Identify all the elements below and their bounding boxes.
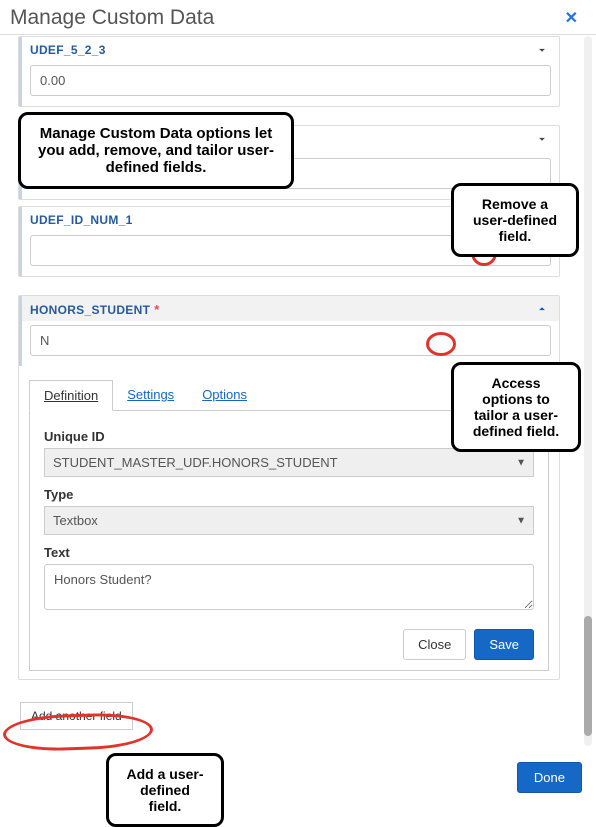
field-value-input[interactable] — [30, 65, 551, 96]
callout-add: Add a user-defined field. — [106, 753, 224, 827]
add-another-field-button[interactable]: Add another field — [20, 702, 133, 730]
dialog-header: Manage Custom Data ✕ — [0, 0, 596, 35]
type-label: Type — [44, 487, 534, 502]
type-select-wrap: Textbox ▼ — [44, 506, 534, 535]
unique-id-select[interactable]: STUDENT_MASTER_UDF.HONORS_STUDENT — [44, 448, 534, 477]
type-select[interactable]: Textbox — [44, 506, 534, 535]
text-label: Text — [44, 545, 534, 560]
tab-options[interactable]: Options — [188, 380, 261, 410]
manage-custom-data-dialog: Manage Custom Data ✕ UDEF_5_2_3 ✕ — [0, 0, 596, 805]
panel-footer: Close Save — [44, 629, 534, 660]
field-label: HONORS_STUDENT — [30, 303, 150, 317]
dialog-title: Manage Custom Data — [10, 6, 214, 30]
callout-intro: Manage Custom Data options let you add, … — [18, 112, 294, 189]
chevron-up-icon[interactable] — [535, 302, 549, 319]
field-header[interactable]: UDEF_5_2_3 ✕ — [19, 37, 559, 61]
text-input[interactable] — [44, 564, 534, 610]
field-label: UDEF_5_2_3 — [30, 43, 106, 57]
scrollbar-thumb[interactable] — [584, 616, 592, 736]
tab-settings[interactable]: Settings — [113, 380, 188, 410]
tab-definition[interactable]: Definition — [29, 380, 113, 411]
field-value-input[interactable] — [30, 325, 551, 356]
callout-remove: Remove a user-defined field. — [451, 183, 579, 257]
chevron-down-icon[interactable] — [535, 132, 549, 149]
unique-id-select-wrap: STUDENT_MASTER_UDF.HONORS_STUDENT ▼ — [44, 448, 534, 477]
close-button[interactable]: Close — [403, 629, 466, 660]
done-button[interactable]: Done — [517, 762, 582, 793]
required-indicator: * — [154, 302, 159, 317]
field-label: UDEF_ID_NUM_1 — [30, 213, 133, 227]
field-input-wrap — [19, 321, 559, 366]
chevron-down-icon[interactable] — [535, 43, 549, 60]
field-card-expanded: HONORS_STUDENT * ✕ Definition Settings O… — [18, 295, 560, 680]
scrollbar-track[interactable] — [584, 36, 592, 746]
callout-tailor: Access options to tailor a user-defined … — [451, 362, 581, 452]
field-header[interactable]: HONORS_STUDENT * ✕ — [19, 296, 559, 321]
field-card: UDEF_5_2_3 ✕ — [18, 36, 560, 107]
close-icon[interactable]: ✕ — [561, 6, 582, 30]
save-button[interactable]: Save — [474, 629, 534, 660]
field-input-wrap — [19, 61, 559, 106]
